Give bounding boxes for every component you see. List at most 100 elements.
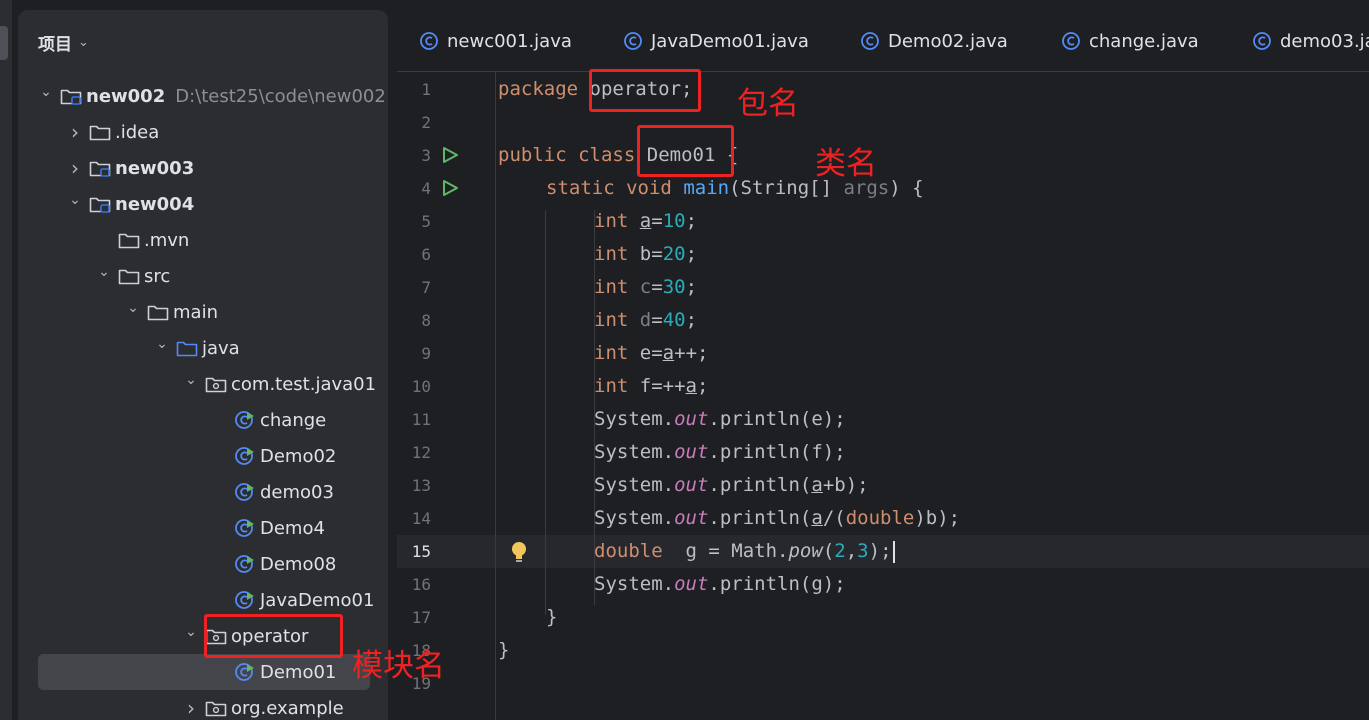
code-text: .println( [708,474,812,496]
code-line-16[interactable]: System.out.println(g); [594,573,846,595]
code-line-14[interactable]: System.out.println(a/(double)b); [594,507,960,529]
code-line-10[interactable]: int f=++a; [594,375,708,397]
class-name-highlight [637,125,734,177]
keyword: int [594,276,629,298]
keyword: public [498,144,567,166]
tree-item-org-example[interactable]: › org.example [18,690,388,720]
tree-item-demo03[interactable]: demo03 [18,474,388,510]
line-number: 16 [411,575,431,594]
module-folder-icon [60,87,82,105]
static-field: out [674,474,709,496]
runnable-class-icon [234,591,256,609]
java-class-icon [860,31,880,51]
tree-item-java[interactable]: ⌄ java [18,330,388,366]
editor-tab[interactable]: Demo02.java [860,28,1008,54]
chevron-down-icon[interactable]: ⌄ [38,84,54,100]
tree-item-demo01[interactable]: Demo01 [38,654,370,690]
tree-item-label: change [260,409,327,431]
tree-item-javademo01[interactable]: JavaDemo01 [18,582,388,618]
run-class-icon[interactable] [441,146,459,164]
code-text: .println(e); [708,408,846,430]
package-name-highlight [589,69,701,112]
variable: a [811,507,823,529]
keyword: double [845,507,915,529]
number: 3 [857,540,869,562]
chevron-down-icon[interactable]: ⌄ [125,300,141,316]
code-text: .println( [708,507,812,529]
brace: } [546,606,558,628]
line-number: 2 [421,113,431,132]
code-line-8[interactable]: int d=40; [594,309,697,331]
chevron-right-icon[interactable]: › [67,120,83,144]
gutter-divider [495,72,496,720]
code-line-13[interactable]: System.out.println(a+b); [594,474,869,496]
code-editor: newc001.java JavaDemo01.java Demo02.java ch… [397,10,1369,720]
editor-tab[interactable]: JavaDemo01.java [623,28,809,54]
run-main-icon[interactable] [441,179,459,197]
chevron-down-icon[interactable]: ⌄ [67,192,83,208]
code-text: ; [685,210,698,232]
tree-item-demo4[interactable]: Demo4 [18,510,388,546]
runnable-class-icon [234,663,256,681]
code-line-6[interactable]: int b=20; [594,243,697,265]
code-text: System. [594,441,675,463]
tree-item-demo08[interactable]: Demo08 [18,546,388,582]
tree-item-new002[interactable]: ⌄ new002 D:\test25\code\new002 [18,78,388,114]
editor-tab-label: demo03.ja [1280,30,1369,52]
code-text: , [845,540,858,562]
folder-icon [118,267,140,285]
keyword: class [578,144,636,166]
tree-item-demo02[interactable]: Demo02 [18,438,388,474]
tree-item-main[interactable]: ⌄ main [18,294,388,330]
tree-item-new004[interactable]: ⌄ new004 [18,186,388,222]
chevron-down-icon[interactable]: ⌄ [183,624,199,640]
project-panel-title: 项目 [38,34,72,55]
project-panel-header[interactable]: 项目 ⌄ [38,30,89,55]
editor-tab[interactable]: newc001.java [419,28,572,54]
chevron-right-icon[interactable]: › [67,156,83,180]
project-tool-button[interactable] [0,26,8,60]
code-line-9[interactable]: int e=a++; [594,342,708,364]
keyword: int [594,309,629,331]
code-line-18[interactable]: } [498,639,509,661]
variable: c [639,276,652,298]
tree-item-src[interactable]: ⌄ src [18,258,388,294]
tree-item-com-test-java01[interactable]: ⌄ com.test.java01 [18,366,388,402]
variable: a [662,342,675,364]
module-folder-icon [89,159,111,177]
tree-item-mvn[interactable]: .mvn [18,222,388,258]
folder-icon [118,231,140,249]
chevron-down-icon[interactable]: ⌄ [78,35,89,50]
chevron-down-icon[interactable]: ⌄ [96,264,112,280]
number: 20 [662,243,686,265]
code-text: System. [594,408,675,430]
editor-tab[interactable]: demo03.ja [1252,28,1369,54]
chevron-right-icon[interactable]: › [183,696,199,720]
package-icon [205,375,227,393]
tool-window-strip [0,0,12,720]
code-line-7[interactable]: int c=30; [594,276,697,298]
code-text: ) { [889,177,924,199]
code-text: ; [685,276,698,298]
tree-item-idea[interactable]: › .idea [18,114,388,150]
code-text: ); [868,540,892,562]
chevron-down-icon[interactable]: ⌄ [183,372,199,388]
line-number: 14 [411,509,431,528]
code-line-5[interactable]: int a=10; [594,210,697,232]
line-number: 11 [411,410,431,429]
code-line-12[interactable]: System.out.println(f); [594,441,846,463]
editor-tab-label: Demo02.java [888,30,1008,52]
tree-item-new003[interactable]: › new003 [18,150,388,186]
code-line-15[interactable]: double g = Math.pow(2,3); [594,540,895,563]
code-text: = [651,276,663,298]
tree-item-label: com.test.java01 [231,373,377,395]
static-field: out [674,408,709,430]
code-line-17[interactable]: } [546,606,557,628]
intention-bulb-icon[interactable] [509,540,529,564]
brace: } [498,639,510,661]
editor-tab[interactable]: change.java [1061,28,1199,54]
package-icon [205,699,227,717]
tree-item-change[interactable]: change [18,402,388,438]
code-line-11[interactable]: System.out.println(e); [594,408,846,430]
chevron-down-icon[interactable]: ⌄ [154,336,170,352]
